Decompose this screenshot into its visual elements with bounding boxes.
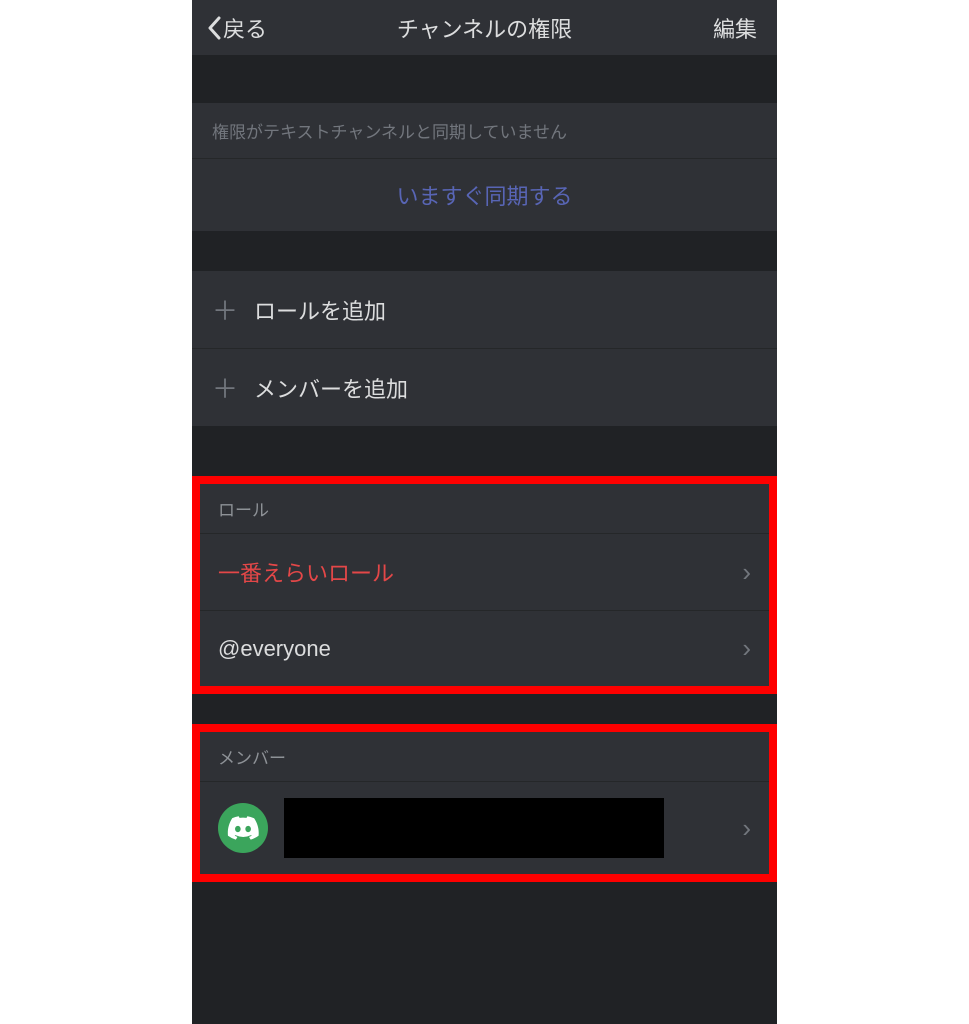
page-title: チャンネルの権限	[397, 12, 572, 44]
plus-icon: ＋	[212, 369, 236, 406]
members-section-header: メンバー	[200, 732, 769, 781]
back-label: 戻る	[223, 12, 267, 44]
redacted-username	[284, 798, 664, 858]
chevron-left-icon	[207, 16, 221, 40]
back-button[interactable]: 戻る	[207, 12, 267, 44]
add-member-button[interactable]: ＋ メンバーを追加	[192, 349, 777, 426]
roles-highlight-box: ロール 一番えらいロール › @everyone ›	[192, 476, 777, 694]
sync-section: 権限がテキストチャンネルと同期していません いますぐ同期する	[192, 103, 777, 231]
chevron-right-icon: ›	[742, 557, 751, 588]
members-highlight-box: メンバー ›	[192, 724, 777, 882]
sync-status-text: 権限がテキストチャンネルと同期していません	[192, 103, 777, 158]
header-bar: 戻る チャンネルの権限 編集	[192, 0, 777, 55]
member-row[interactable]: ›	[200, 782, 769, 874]
edit-button[interactable]: 編集	[713, 12, 757, 44]
add-role-button[interactable]: ＋ ロールを追加	[192, 271, 777, 348]
discord-avatar-icon	[218, 803, 268, 853]
role-label: @everyone	[218, 636, 331, 662]
role-row[interactable]: 一番えらいロール ›	[200, 534, 769, 610]
roles-section-header: ロール	[200, 484, 769, 533]
role-label: 一番えらいロール	[218, 556, 394, 588]
chevron-right-icon: ›	[742, 633, 751, 664]
add-role-label: ロールを追加	[254, 294, 386, 326]
sync-now-button[interactable]: いますぐ同期する	[192, 159, 777, 231]
chevron-right-icon: ›	[742, 813, 751, 844]
add-section: ＋ ロールを追加 ＋ メンバーを追加	[192, 271, 777, 426]
add-member-label: メンバーを追加	[254, 372, 408, 404]
role-row-everyone[interactable]: @everyone ›	[200, 611, 769, 686]
plus-icon: ＋	[212, 291, 236, 328]
